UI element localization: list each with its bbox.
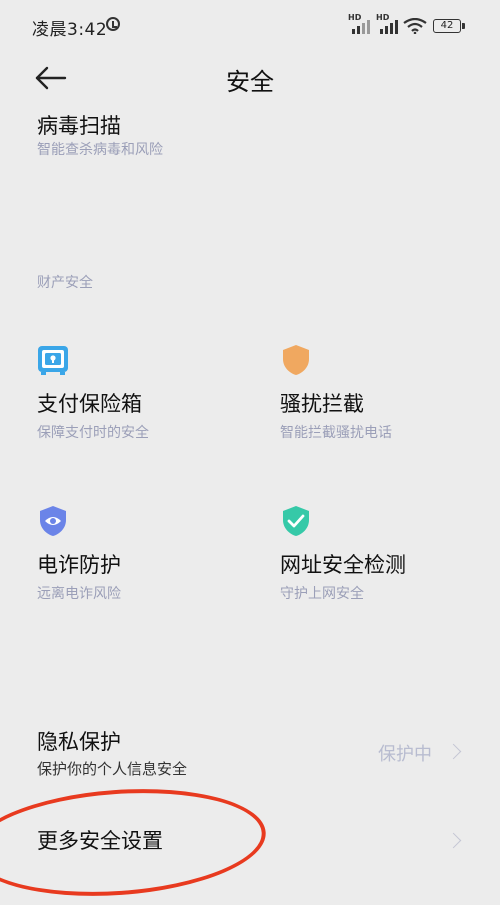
shield-eye-icon (40, 506, 66, 536)
safe-box-icon (38, 346, 68, 375)
section-label-property: 财产安全 (37, 275, 93, 291)
fraud-protection-title: 电诈防护 (37, 553, 121, 577)
more-security-settings-row[interactable]: 更多安全设置 (0, 815, 500, 865)
more-settings-title: 更多安全设置 (37, 829, 163, 853)
privacy-status: 保护中 (378, 744, 432, 765)
url-check-subtitle: 守护上网安全 (280, 586, 364, 602)
status-bar: 凌晨3:42 HD HD 42 (0, 0, 500, 54)
battery-level: 42 (440, 20, 454, 31)
sim2-hd-label: HD (376, 13, 390, 22)
fraud-protection-tile[interactable]: 电诈防护 远离电诈风险 (37, 505, 257, 615)
harassment-block-subtitle: 智能拦截骚扰电话 (280, 425, 392, 441)
payment-safe-title: 支付保险箱 (37, 392, 142, 416)
battery-icon: 42 (433, 19, 465, 33)
shield-icon (283, 345, 309, 375)
shield-check-icon (283, 506, 309, 536)
harassment-block-tile[interactable]: 骚扰拦截 智能拦截骚扰电话 (280, 344, 500, 454)
fraud-protection-subtitle: 远离电诈风险 (37, 586, 121, 602)
page-header: 安全 (0, 54, 500, 104)
page-title: 安全 (226, 68, 274, 96)
wifi-icon (403, 18, 427, 34)
status-time: 凌晨3:42 (32, 20, 108, 40)
sim1-hd-label: HD (348, 13, 362, 22)
url-check-tile[interactable]: 网址安全检测 守护上网安全 (280, 505, 500, 615)
alarm-icon (106, 17, 120, 31)
payment-safe-subtitle: 保障支付时的安全 (37, 425, 149, 441)
privacy-title: 隐私保护 (37, 730, 121, 754)
privacy-subtitle: 保护你的个人信息安全 (37, 760, 188, 778)
chevron-right-icon (445, 832, 462, 849)
payment-safe-tile[interactable]: 支付保险箱 保障支付时的安全 (37, 344, 257, 454)
virus-scan-subtitle: 智能查杀病毒和风险 (37, 142, 163, 158)
signal-icon: HD (348, 13, 374, 34)
chevron-right-icon (445, 743, 462, 760)
url-check-title: 网址安全检测 (280, 553, 406, 577)
signal-icon: HD (376, 13, 402, 34)
virus-scan-title: 病毒扫描 (37, 114, 121, 138)
harassment-block-title: 骚扰拦截 (280, 392, 364, 416)
privacy-protection-row[interactable]: 隐私保护 保护你的个人信息安全 保护中 (0, 720, 500, 790)
